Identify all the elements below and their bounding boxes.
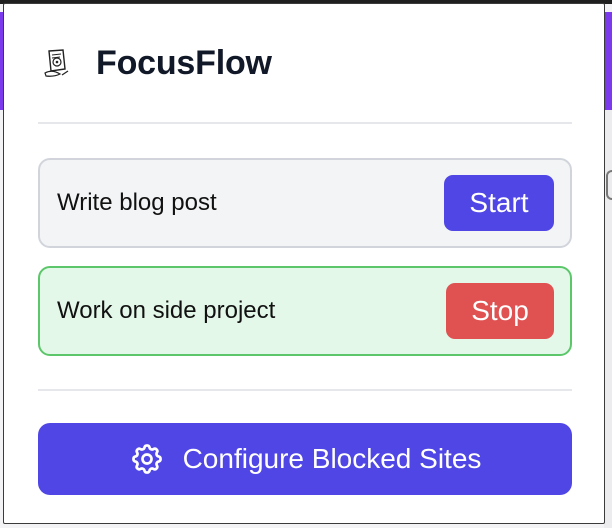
- task-label: Write blog post: [57, 189, 217, 216]
- stop-button[interactable]: Stop: [446, 283, 554, 339]
- task-card-write-blog-post: Write blog post Start: [38, 158, 572, 248]
- task-card-work-on-side-project: Work on side project Stop: [38, 266, 572, 356]
- footer-divider: [38, 389, 572, 391]
- task-label: Work on side project: [57, 297, 276, 324]
- configure-label: Configure Blocked Sites: [182, 443, 482, 474]
- background-header-right: [604, 12, 612, 110]
- configure-blocked-sites-button[interactable]: Configure Blocked Sites: [38, 423, 572, 495]
- popup-header: FocusFlow: [42, 44, 272, 83]
- header-divider: [38, 122, 572, 124]
- background-element: [606, 170, 612, 200]
- gear-icon: [129, 441, 165, 477]
- extension-popup: FocusFlow Write blog post Start Work on …: [3, 3, 605, 524]
- focus-target-sketch-icon: [42, 46, 72, 82]
- app-title: FocusFlow: [96, 44, 272, 82]
- start-button[interactable]: Start: [444, 175, 554, 231]
